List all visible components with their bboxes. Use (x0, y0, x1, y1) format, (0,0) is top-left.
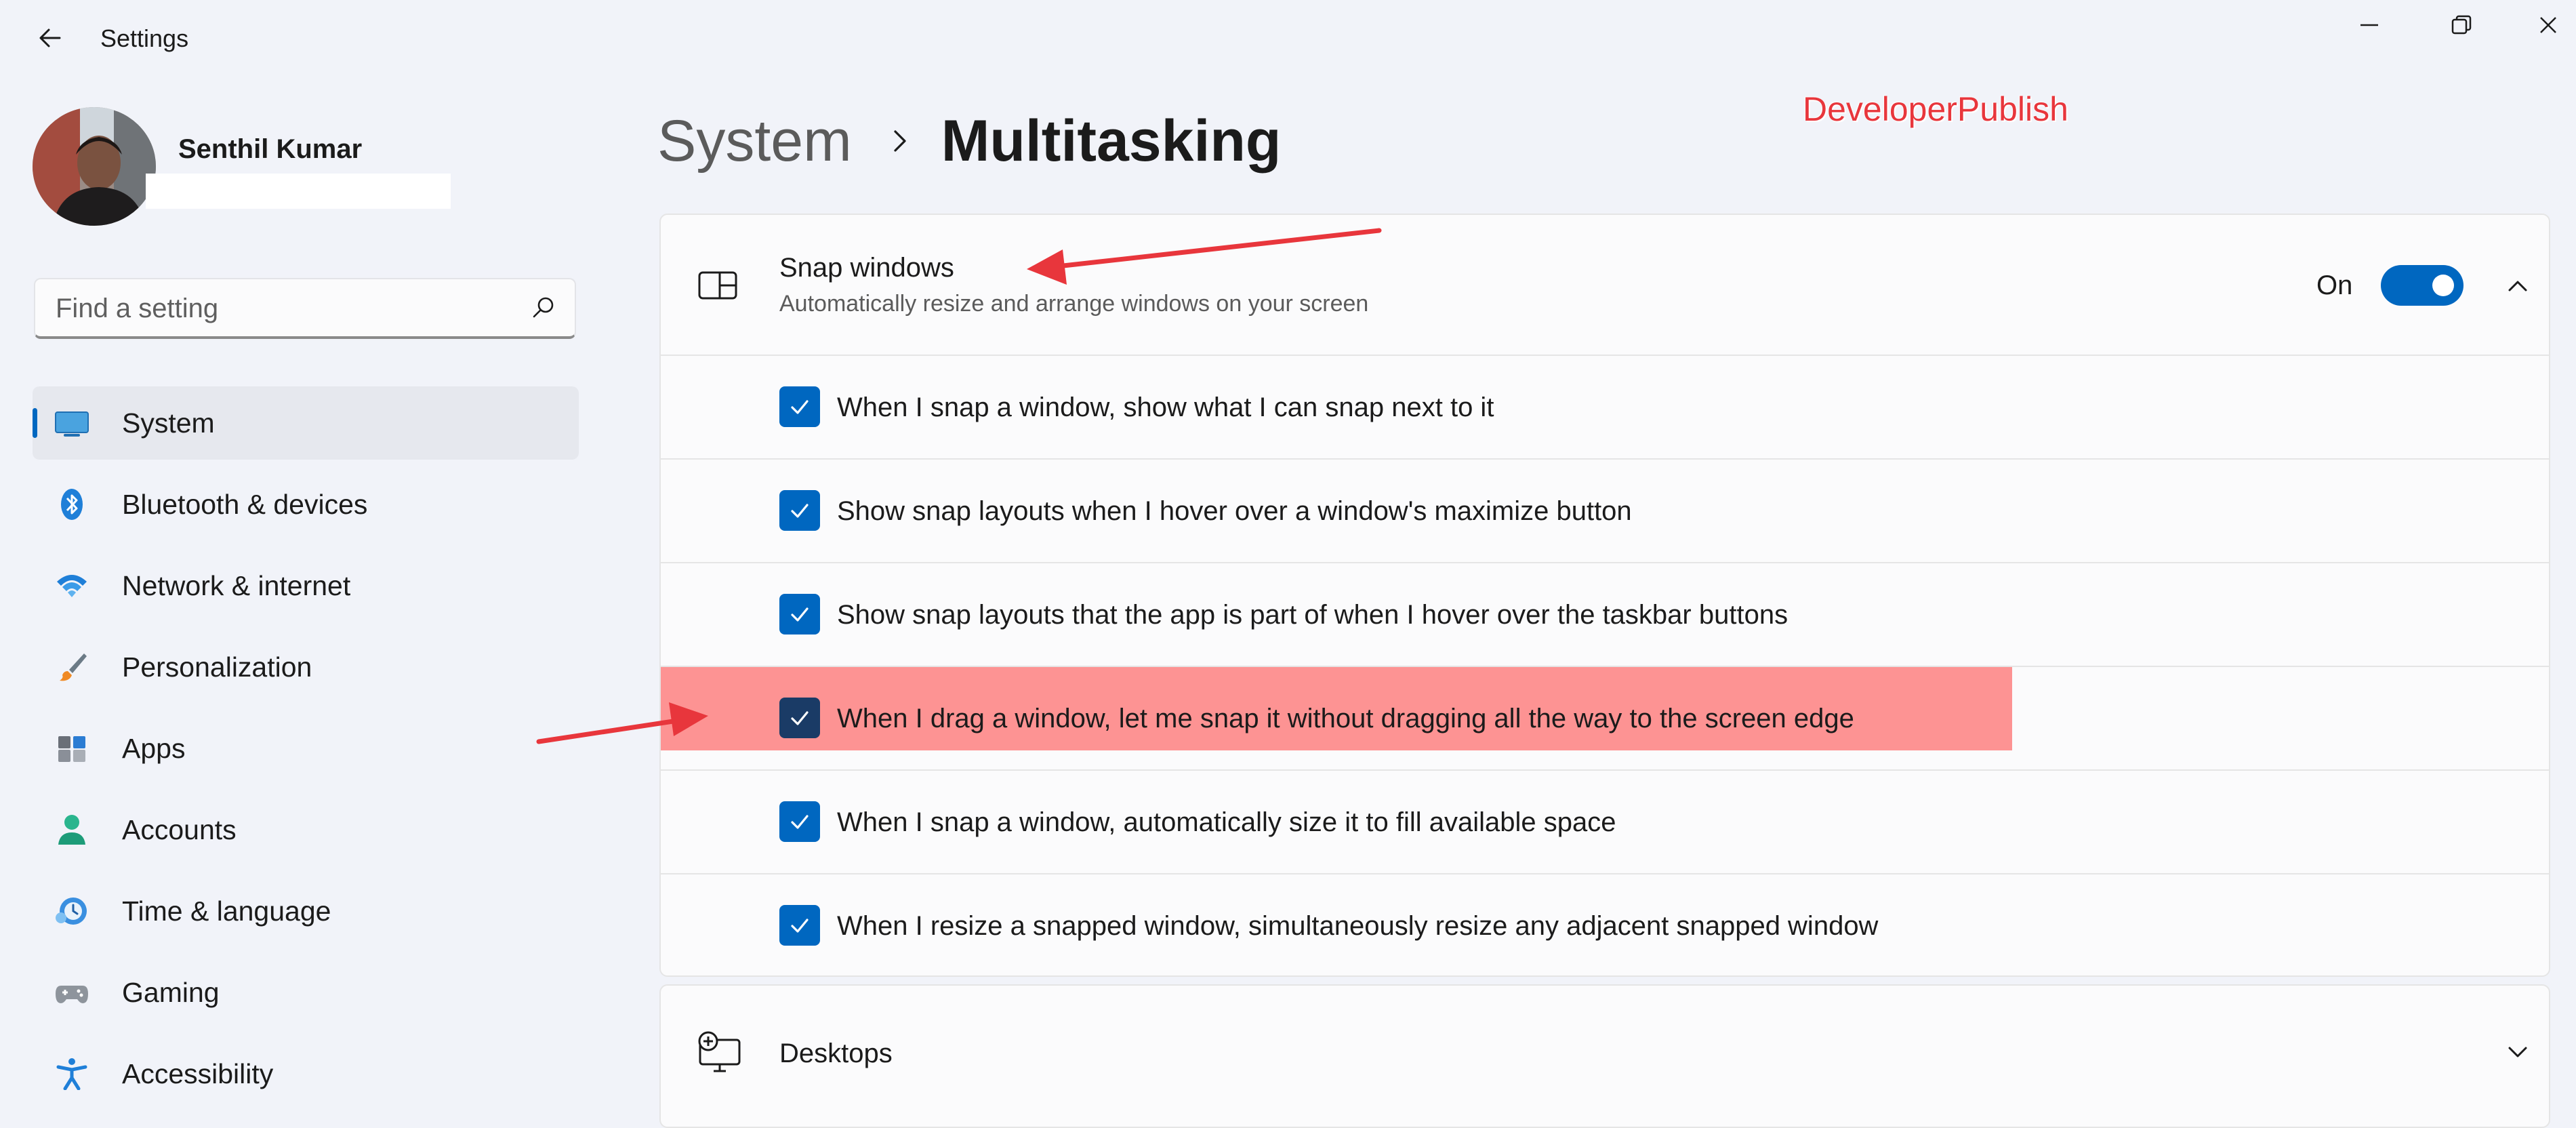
close-icon (2540, 17, 2556, 33)
snap-option-row[interactable]: When I snap a window, show what I can sn… (661, 356, 2549, 460)
breadcrumb: System Multitasking (657, 100, 1281, 182)
snap-option-label: When I drag a window, let me snap it wit… (837, 704, 1854, 733)
snap-option-row[interactable]: Show snap layouts when I hover over a wi… (661, 460, 2549, 563)
back-button[interactable] (33, 20, 68, 56)
wifi-icon (57, 575, 87, 597)
sidebar-item-label: Network & internet (122, 569, 351, 601)
sidebar-item-label: Personalization (122, 651, 312, 683)
search-icon[interactable] (531, 296, 556, 320)
breadcrumb-parent[interactable]: System (657, 108, 852, 175)
restore-button[interactable] (2429, 4, 2494, 46)
sidebar-item-system[interactable]: System (33, 386, 579, 460)
page-title: Multitasking (941, 108, 1282, 174)
snap-option-checkbox[interactable] (779, 490, 820, 531)
snap-option-label: When I snap a window, show what I can sn… (837, 392, 1494, 422)
arrow-left-icon (39, 28, 61, 47)
sidebar-item-label: System (122, 407, 215, 439)
snap-windows-description: Automatically resize and arrange windows… (779, 291, 1369, 317)
person-icon (58, 815, 85, 845)
snap-option-label: Show snap layouts when I hover over a wi… (837, 496, 1632, 526)
snap-option-label: Show snap layouts that the app is part o… (837, 600, 1788, 630)
snap-option-checkbox[interactable] (779, 905, 820, 946)
paintbrush-icon (60, 653, 87, 681)
snap-option-label: When I snap a window, automatically size… (837, 807, 1616, 837)
chevron-right-icon (894, 130, 906, 152)
user-email-redacted (146, 174, 451, 209)
snap-layout-icon (698, 271, 737, 300)
minimize-button[interactable] (2337, 4, 2402, 46)
desktops-icon (698, 1031, 741, 1072)
avatar-photo (33, 107, 156, 226)
sidebar-item-label: Bluetooth & devices (122, 488, 368, 520)
snap-windows-title: Snap windows (779, 253, 954, 283)
chevron-down-icon (2508, 1047, 2527, 1058)
monitor-icon (55, 411, 89, 437)
sidebar-item-label: Gaming (122, 976, 220, 1008)
sidebar-item-label: Time & language (122, 895, 331, 927)
toggle-state-label: On (2316, 270, 2353, 300)
sidebar-item-gaming[interactable]: Gaming (33, 956, 579, 1029)
checkmark-icon (791, 504, 809, 518)
snap-option-label: When I resize a snapped window, simultan… (837, 911, 1879, 941)
snap-windows-header[interactable]: Snap windows Automatically resize and ar… (661, 215, 2549, 356)
sidebar-nav: System Bluetooth & devices Network & int… (33, 386, 579, 1119)
sidebar-item-apps[interactable]: Apps (33, 712, 579, 785)
sidebar-item-label: Apps (122, 732, 186, 764)
sidebar-item-label: Accounts (122, 813, 237, 845)
snap-option-row[interactable]: Show snap layouts that the app is part o… (661, 563, 2549, 667)
minimize-icon (2360, 24, 2378, 26)
search-input[interactable] (54, 279, 518, 338)
checkmark-icon (791, 607, 809, 622)
snap-windows-toggle[interactable] (2381, 265, 2463, 306)
sidebar-item-network[interactable]: Network & internet (33, 549, 579, 622)
sidebar-item-accounts[interactable]: Accounts (33, 793, 579, 866)
sidebar-item-time-language[interactable]: Time & language (33, 874, 579, 948)
snap-option-checkbox[interactable] (779, 801, 820, 842)
snap-option-checkbox[interactable] (779, 386, 820, 427)
clock-globe-icon (56, 898, 87, 925)
snap-option-row[interactable]: When I resize a snapped window, simultan… (661, 874, 2549, 975)
checkmark-icon (791, 919, 809, 933)
user-name: Senthil Kumar (178, 134, 363, 164)
sidebar-item-personalization[interactable]: Personalization (33, 630, 579, 704)
checkmark-icon (791, 815, 809, 829)
collapse-button[interactable] (2499, 266, 2537, 304)
restore-icon (2451, 15, 2472, 35)
snap-option-row[interactable]: When I snap a window, automatically size… (661, 771, 2549, 874)
app-title: Settings (100, 24, 189, 52)
watermark-text: DeveloperPublish (1803, 90, 2068, 128)
apps-icon (58, 736, 85, 762)
snap-option-row-highlighted[interactable]: When I drag a window, let me snap it wit… (661, 667, 2549, 771)
snap-option-checkbox[interactable] (779, 594, 820, 634)
search-box[interactable] (34, 278, 576, 339)
snap-windows-panel: Snap windows Automatically resize and ar… (659, 214, 2550, 977)
snap-option-checkbox[interactable] (779, 698, 820, 738)
desktops-panel[interactable]: Desktops (659, 984, 2550, 1128)
desktops-title: Desktops (779, 1039, 893, 1068)
sidebar-item-label: Accessibility (122, 1058, 274, 1089)
sidebar-item-accessibility[interactable]: Accessibility (33, 1037, 579, 1110)
toggle-knob (2432, 275, 2454, 296)
avatar[interactable] (33, 107, 156, 226)
expand-button[interactable] (2499, 1033, 2537, 1071)
gamepad-icon (56, 986, 88, 1003)
accessibility-icon (56, 1058, 87, 1090)
checkmark-icon (791, 400, 809, 414)
sidebar-item-bluetooth[interactable]: Bluetooth & devices (33, 468, 579, 541)
bluetooth-icon (61, 489, 83, 520)
close-button[interactable] (2516, 4, 2576, 46)
checkmark-icon (791, 711, 809, 725)
chevron-up-icon (2508, 281, 2527, 291)
